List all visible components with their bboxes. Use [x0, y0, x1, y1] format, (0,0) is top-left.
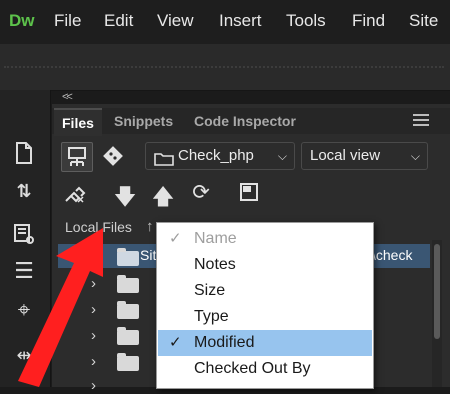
tab-files[interactable]: Files: [54, 108, 102, 136]
site-select-value: Check_php: [178, 147, 254, 164]
collapse-panel-button[interactable]: <<: [62, 91, 73, 103]
menu-file[interactable]: File: [54, 11, 81, 31]
folder-icon: [117, 327, 139, 345]
menu-site[interactable]: Site: [409, 11, 438, 31]
menu-edit[interactable]: Edit: [104, 11, 133, 31]
menu-item-name: ✓ Name: [158, 226, 372, 252]
git-icon[interactable]: [100, 142, 126, 170]
hamburger-icon[interactable]: [413, 114, 429, 129]
app-logo: Dw: [9, 11, 35, 30]
site-row-label: Sit: [140, 247, 157, 263]
folder-icon: [117, 301, 139, 319]
scrollbar-thumb[interactable]: [434, 244, 440, 339]
transfer-icon[interactable]: ⇅: [9, 176, 39, 206]
chevron-down-icon: ⌵: [410, 149, 420, 163]
menu-find[interactable]: Find: [352, 11, 385, 31]
check-icon: ✓: [169, 230, 182, 247]
menu-item-size[interactable]: Size: [158, 278, 372, 304]
column-context-menu: ✓ Name Notes Size Type ✓ Modified Checke…: [156, 222, 374, 389]
expand-view-icon[interactable]: [236, 181, 262, 209]
menu-item-checked-out-by[interactable]: Checked Out By: [158, 356, 372, 382]
folder-icon: [117, 275, 139, 293]
tab-snippets[interactable]: Snippets: [106, 108, 181, 134]
menu-item-notes[interactable]: Notes: [158, 252, 372, 278]
folder-icon: [117, 248, 139, 266]
toolbar-strip: [0, 44, 450, 91]
menu-tools[interactable]: Tools: [286, 11, 326, 31]
view-select[interactable]: Local view ⌵: [301, 142, 428, 170]
get-files-icon[interactable]: 🡇: [112, 180, 138, 218]
check-icon: ✓: [169, 334, 182, 351]
disconnect-icon[interactable]: [60, 180, 90, 210]
menu-item-type[interactable]: Type: [158, 304, 372, 330]
view-select-value: Local view: [310, 147, 381, 164]
site-row-path: \check: [372, 247, 413, 263]
page-icon[interactable]: [9, 142, 39, 172]
menu-bar: Dw File Edit View Insert Tools Find Site: [0, 0, 450, 44]
folder-icon: [117, 353, 139, 371]
connect-icon[interactable]: [61, 142, 93, 172]
site-select[interactable]: Check_php ⌵: [145, 142, 295, 170]
menu-item-modified[interactable]: ✓ Modified: [158, 330, 372, 356]
folder-icon: [154, 149, 174, 175]
menu-view[interactable]: View: [157, 11, 194, 31]
tab-code-inspector[interactable]: Code Inspector: [186, 108, 304, 134]
put-files-icon[interactable]: 🡅: [150, 180, 176, 218]
annotation-arrow: [18, 228, 103, 387]
menu-insert[interactable]: Insert: [219, 11, 262, 31]
refresh-icon[interactable]: ⟳: [188, 180, 214, 205]
chevron-down-icon: ⌵: [277, 149, 287, 163]
up-arrow-icon: ↑: [146, 218, 154, 235]
